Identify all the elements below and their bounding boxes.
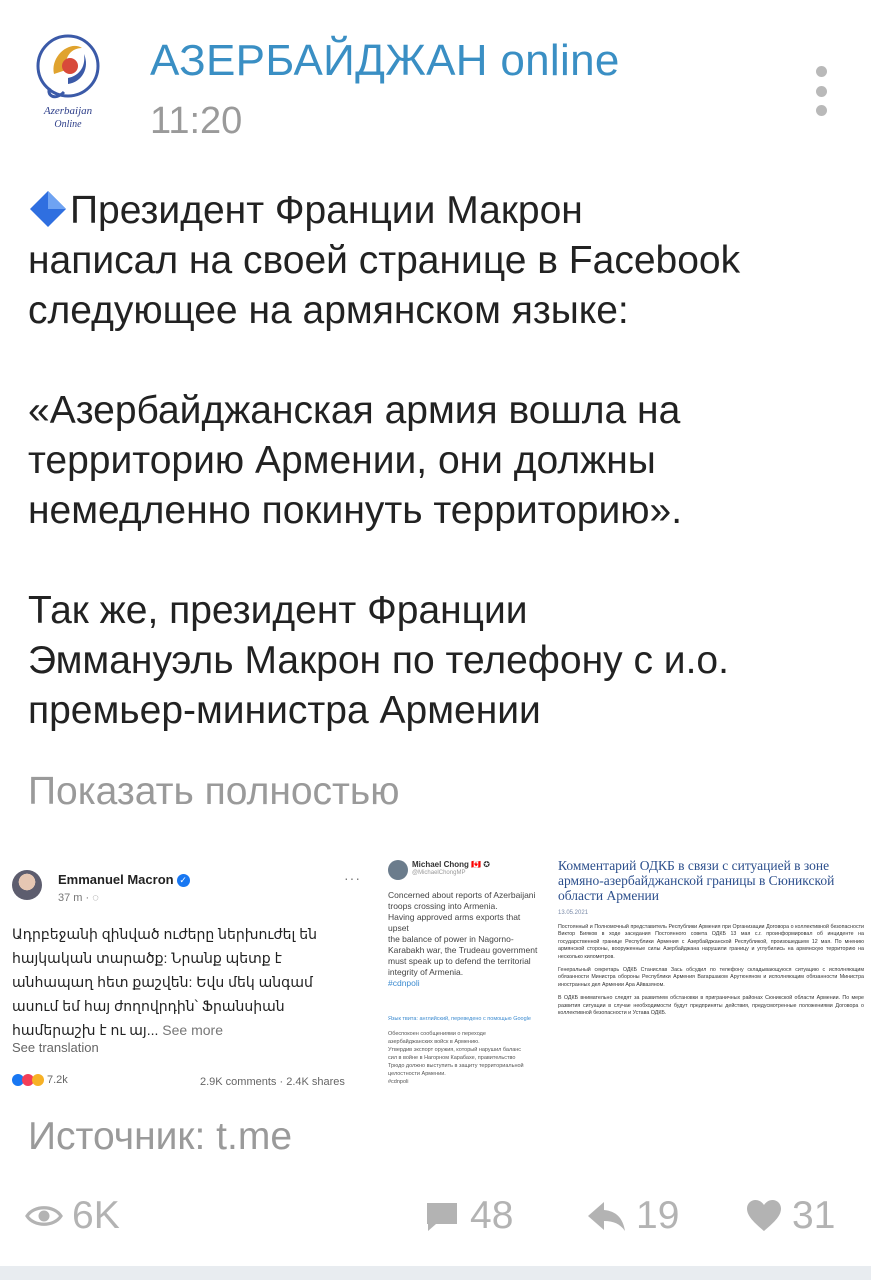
tweet-author: Michael Chong 🇨🇦 ✪ — [412, 860, 490, 869]
post-paragraph-2: «Азербайджанская армия вошла на территор… — [28, 389, 683, 532]
more-options-icon[interactable] — [808, 66, 834, 116]
facebook-stats: 2.9K comments · 2.4K shares — [200, 1076, 345, 1088]
comments-button[interactable]: 48 — [422, 1194, 513, 1238]
blue-diamond-icon — [30, 191, 66, 227]
facebook-reactions: 7.2k — [12, 1074, 68, 1086]
post-paragraph-1: Президент Франции Макрон написал на свое… — [28, 189, 741, 332]
facebook-post-text: Ադրբեջանի զինված ուժերը ներխուժել են հայ… — [12, 926, 317, 1038]
tweet-screenshot: Michael Chong 🇨🇦 ✪ @MichaelChongMP Conce… — [382, 840, 544, 1096]
eye-icon — [25, 1206, 63, 1226]
post-footer: 6K 48 19 31 — [0, 1186, 871, 1246]
verified-icon: ✓ — [176, 874, 190, 887]
channel-avatar[interactable]: Azerbaijan Online — [24, 26, 112, 136]
post-time: 11:20 — [150, 100, 243, 142]
heart-icon — [747, 1200, 781, 1231]
csto-title: Комментарий ОДКБ в связи с ситуацией в з… — [558, 858, 835, 903]
post-header: Azerbaijan Online АЗЕРБАЙДЖАН online 11:… — [0, 0, 871, 160]
facebook-post-screenshot: Emmanuel Macron ✓ 37 m · ◌ ··· Ադրբեջանի … — [0, 840, 374, 1096]
bottom-divider — [0, 1266, 871, 1280]
svg-text:Online: Online — [54, 119, 82, 130]
post-text: Президент Франции Макрон написал на свое… — [28, 186, 848, 736]
csto-date: 13.05.2021 — [558, 910, 589, 916]
facebook-more-icon: ··· — [344, 870, 361, 886]
channel-logo-icon: Azerbaijan Online — [36, 34, 100, 130]
views-counter: 6K — [24, 1194, 120, 1238]
channel-title[interactable]: АЗЕРБАЙДЖАН online — [150, 36, 620, 86]
csto-body: Постоянный и Полномочный представитель Р… — [558, 924, 864, 1017]
see-translation-label: See translation — [12, 1040, 99, 1055]
post-media-collage[interactable]: Emmanuel Macron ✓ 37 m · ◌ ··· Ադրբեջանի … — [0, 832, 871, 1102]
facebook-author: Emmanuel Macron ✓ — [58, 872, 190, 887]
facebook-avatar — [12, 870, 42, 900]
tweet-handle: @MichaelChongMP — [412, 870, 466, 876]
comment-icon — [427, 1203, 457, 1231]
tweet-avatar — [388, 860, 408, 880]
tweet-translation-label: Язык твита: английский, переведено с пом… — [388, 1016, 531, 1022]
tweet-text: Concerned about reports of Azerbaijani t… — [388, 890, 538, 988]
share-button[interactable]: 19 — [584, 1194, 679, 1238]
globe-icon: ◌ — [92, 892, 99, 904]
source-link[interactable]: Источник: t.me — [28, 1115, 292, 1159]
wow-reaction-icon — [32, 1074, 44, 1086]
csto-statement-screenshot: Комментарий ОДКБ в связи с ситуацией в з… — [552, 840, 868, 1096]
show-more-link[interactable]: Показать полностью — [28, 770, 400, 814]
share-icon — [588, 1202, 625, 1231]
tweet-translation-text: Обеспокоен сообщениями о переходе азерба… — [388, 1031, 524, 1085]
svg-text:Azerbaijan: Azerbaijan — [43, 105, 93, 117]
like-button[interactable]: 31 — [744, 1194, 835, 1238]
facebook-meta: 37 m · ◌ — [58, 892, 99, 904]
post-paragraph-3: Так же, президент Франции Эммануэль Макр… — [28, 589, 729, 732]
